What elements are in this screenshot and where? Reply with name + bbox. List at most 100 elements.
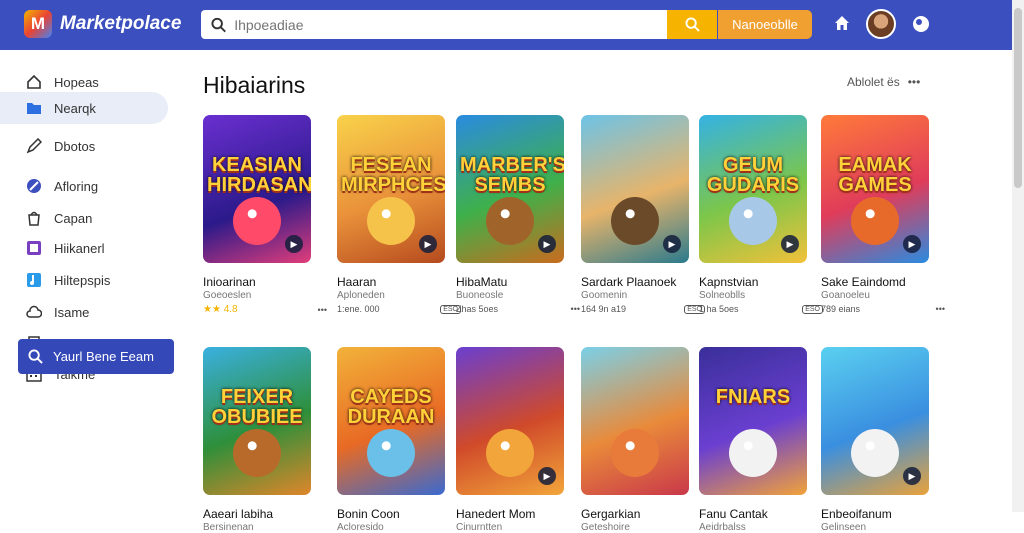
character-illustration [486, 197, 534, 245]
thumbnail-title-art: FESEAN MIRPHCES [341, 154, 445, 196]
more-icon[interactable]: ••• [318, 305, 327, 315]
play-icon[interactable]: ▶ [663, 235, 681, 253]
app-thumbnail[interactable] [581, 347, 689, 495]
age-rating-badge: ESO [802, 304, 823, 314]
thumbnail-title-art: EAMAK GAMES [838, 154, 912, 196]
sidebar-item[interactable]: Afloring [0, 170, 168, 202]
app-thumbnail[interactable]: EAMAK GAMES ▶ [821, 115, 929, 263]
app-title[interactable]: Gergarkian [581, 507, 711, 521]
app-title[interactable]: Haaran [337, 275, 467, 289]
thumbnail-title-art: FEIXER OBUBIEE [211, 386, 303, 428]
app-developer: Aploneden [337, 290, 385, 301]
app-title[interactable]: Aaeari labiha [203, 507, 333, 521]
app-developer: Gelinseen [821, 522, 867, 533]
app-developer: Geteshoire [581, 522, 630, 533]
app-thumbnail[interactable]: CAYEDS DURAAN [337, 347, 445, 495]
app-title[interactable]: Kapnstvian [699, 275, 829, 289]
more-icon[interactable]: ••• [571, 304, 580, 314]
sidebar-item-label: Hiikanerl [54, 240, 105, 256]
app-title[interactable]: Sardark Plaanoek [581, 275, 711, 289]
app-developer: Goanoeleu [821, 290, 870, 301]
sidebar-item[interactable]: Hiltepspis [0, 264, 168, 296]
character-illustration [611, 429, 659, 477]
avatar[interactable] [866, 9, 896, 39]
character-illustration [729, 429, 777, 477]
see-all-label: Ablolet ës [847, 75, 900, 89]
app-rating: 164 9n a19 [581, 304, 627, 314]
app-thumbnail[interactable]: FEIXER OBUBIEE [203, 347, 311, 495]
app-title[interactable]: HibaMatu [456, 275, 586, 289]
sidebar-item[interactable]: Capan [0, 202, 168, 234]
app-developer: Cinurntten [456, 522, 503, 533]
app-title[interactable]: Inioarinan [203, 275, 333, 289]
app-title[interactable]: Bonin Coon [337, 507, 467, 521]
scrollbar-thumb[interactable] [1014, 8, 1022, 188]
app-developer: Aeidrbalss [699, 522, 746, 533]
search-bar[interactable] [201, 10, 667, 39]
play-icon[interactable]: ▶ [538, 467, 556, 485]
scrollbar[interactable] [1012, 0, 1024, 512]
sidebar-item-label: Hopeas [54, 74, 99, 90]
app-thumbnail[interactable]: FESEAN MIRPHCES ▶ [337, 115, 445, 263]
pen-icon [26, 138, 42, 154]
sidebar-item[interactable]: Hiikanerl [0, 232, 168, 264]
thumbnail-title-art: KEASIAN HIRDASAN [207, 154, 311, 196]
search-input[interactable] [234, 16, 667, 33]
app-developer: Solneoblls [699, 290, 746, 301]
sidebar-item[interactable]: Isame [0, 296, 168, 328]
app-thumbnail[interactable]: ▶ [456, 347, 564, 495]
app-meta: 1 ha 5oes ESO [699, 304, 823, 314]
play-icon[interactable]: ▶ [285, 235, 303, 253]
play-icon[interactable]: ▶ [419, 235, 437, 253]
character-illustration [851, 429, 899, 477]
home-icon[interactable] [830, 11, 854, 35]
app-thumbnail[interactable]: MARBER'S SEMBS ▶ [456, 115, 564, 263]
cloud-icon [26, 304, 42, 320]
more-icon[interactable]: ••• [908, 75, 921, 89]
header-action-button[interactable]: Nanoeoblle [718, 10, 812, 39]
play-icon[interactable]: ▶ [903, 467, 921, 485]
app-rating: ★★ 4.8 [203, 304, 238, 315]
app-developer: Buoneosle [456, 290, 504, 301]
search-button[interactable] [667, 10, 717, 39]
notification-icon[interactable] [908, 11, 934, 37]
app-rating: 1 ha 5oes [699, 304, 739, 314]
app-developer: Goomenin [581, 290, 628, 301]
more-icon[interactable]: ••• [936, 304, 945, 314]
grid-icon [26, 240, 42, 256]
thumbnail-title-art: FNIARS [715, 386, 791, 408]
app-thumbnail[interactable]: FNIARS [699, 347, 807, 495]
sidebar-item-label: Dbotos [54, 138, 96, 154]
see-all-link[interactable]: Ablolet ës ••• [847, 75, 920, 89]
play-icon[interactable]: ▶ [781, 235, 799, 253]
search-icon [211, 17, 226, 32]
app-meta: Zhas 5oes ••• [456, 304, 580, 314]
app-thumbnail[interactable]: KEASIAN HIRDASAN ▶ [203, 115, 311, 263]
character-illustration [367, 429, 415, 477]
app-developer: Bersinenan [203, 522, 254, 533]
app-developer: Acloresido [337, 522, 384, 533]
app-rating: 1:ene. 000 [337, 304, 380, 314]
app-title[interactable]: Fanu Cantak [699, 507, 829, 521]
sidebar-item[interactable]: Nearqk [0, 92, 168, 124]
character-illustration [729, 197, 777, 245]
app-thumbnail[interactable]: GEUM GUDARIS ▶ [699, 115, 807, 263]
sidebar-item[interactable]: Dbotos [0, 130, 168, 162]
play-icon[interactable]: ▶ [903, 235, 921, 253]
app-name: Marketpolace [60, 13, 182, 34]
sidebar-item-label: Nearqk [54, 100, 96, 116]
app-meta: 164 9n a19 ESO [581, 304, 705, 314]
app-rating: Zhas 5oes [456, 304, 499, 314]
app-thumbnail[interactable]: ▶ [821, 347, 929, 495]
app-meta: 1:ene. 000 ESO [337, 304, 461, 314]
play-icon[interactable]: ▶ [538, 235, 556, 253]
sidebar-item-label: Afloring [54, 178, 99, 194]
sidebar-cta-button[interactable]: Yaurl Bene Eeam [18, 339, 174, 374]
music-icon [26, 272, 42, 288]
app-title[interactable]: Hanedert Mom [456, 507, 586, 521]
app-title[interactable]: Sake Eaindomd [821, 275, 951, 289]
app-title[interactable]: Enbeoifanum [821, 507, 951, 521]
app-logo[interactable]: M Marketpolace [24, 10, 181, 38]
thumbnail-title-art: MARBER'S SEMBS [460, 154, 564, 196]
app-thumbnail[interactable]: ▶ [581, 115, 689, 263]
